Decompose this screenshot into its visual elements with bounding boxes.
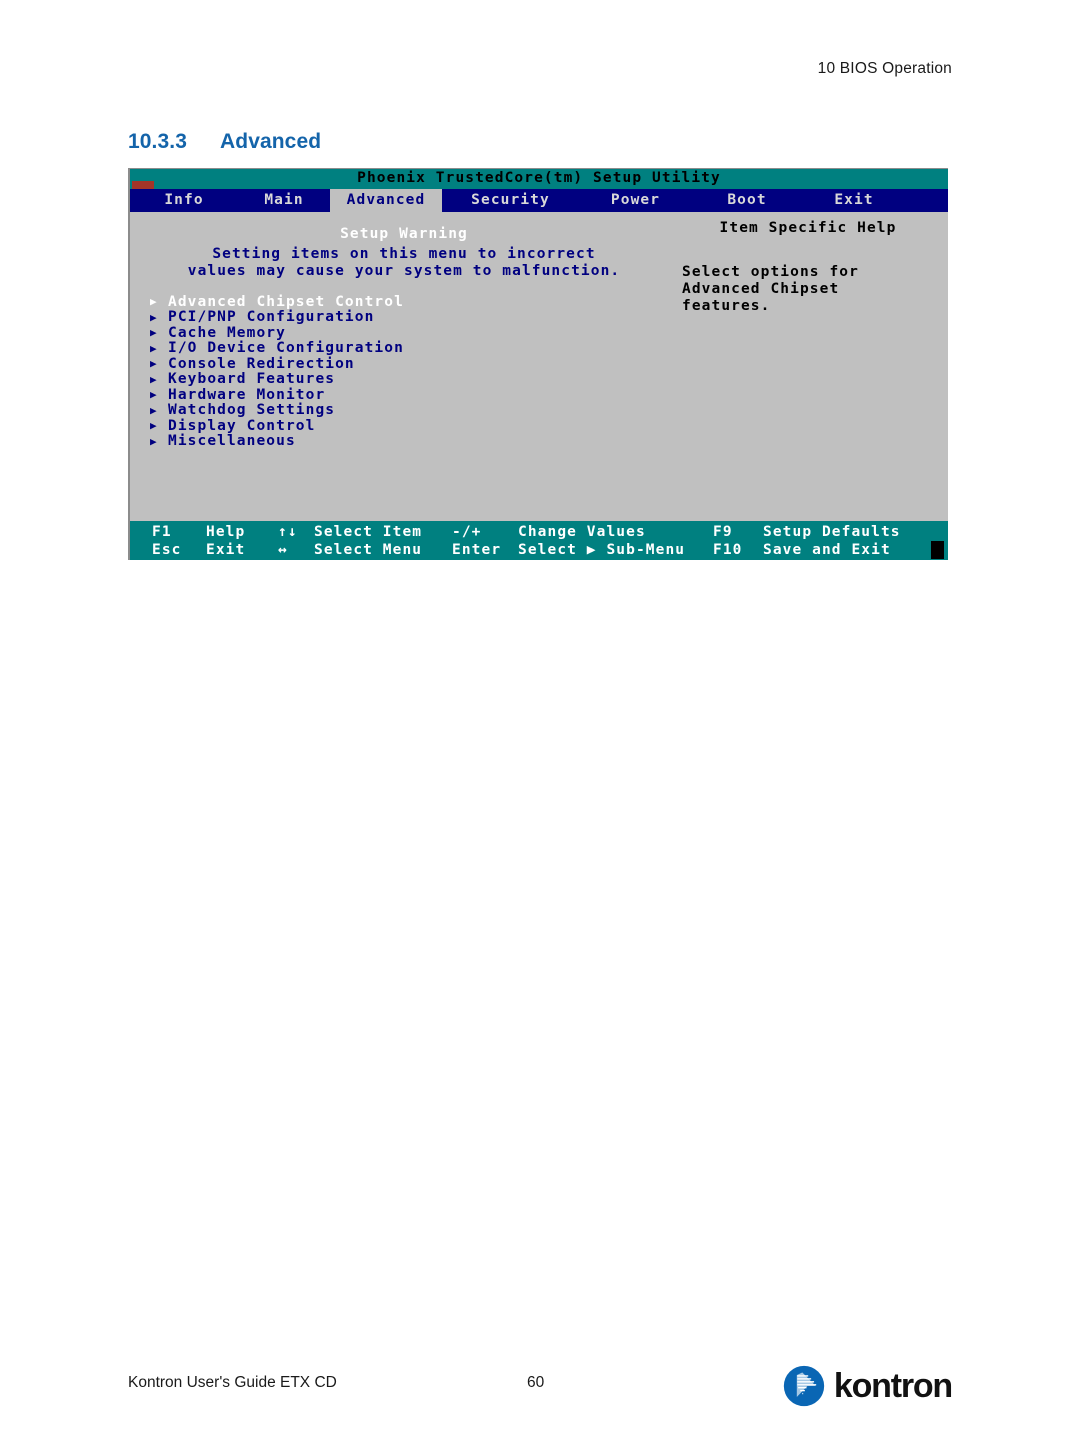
status-key-enter: Enter [452, 542, 502, 558]
tab-boot[interactable]: Boot [692, 189, 802, 212]
tab-main[interactable]: Main [238, 189, 330, 212]
status-action-select-submenu: Select ▶ Sub-Menu [518, 542, 686, 558]
menu-item-keyboard-features[interactable]: ▶ Keyboard Features [150, 371, 650, 388]
menu-item-label: Display Control [168, 417, 316, 434]
status-key-esc: Esc [152, 542, 182, 558]
text-cursor-block [931, 541, 944, 559]
menu-item-label: Advanced Chipset Control [168, 293, 404, 310]
tab-boot-label: Boot [727, 192, 767, 208]
section-title: Advanced [220, 130, 322, 153]
menu-item-hardware-monitor[interactable]: ▶ Hardware Monitor [150, 387, 650, 403]
tab-info[interactable]: Info [130, 189, 238, 212]
bios-setup-screen: Phoenix TrustedCore(tm) Setup Utility In… [128, 168, 948, 560]
setup-warning-line-1: Setting items on this menu to incorrect [212, 246, 596, 262]
menu-item-label: PCI/PNP Configuration [168, 309, 375, 326]
bios-body: Setup Warning Setting items on this menu… [130, 212, 948, 521]
status-key-f10: F10 [713, 542, 743, 558]
kontron-logo-wordmark: kontron [833, 1367, 953, 1405]
tab-main-label: Main [264, 192, 304, 208]
tab-security-label: Security [471, 192, 550, 208]
submenu-arrow-icon: ▶ [150, 295, 157, 308]
bios-menu-bar[interactable]: Info Main Advanced Security Power Boot E… [130, 189, 948, 212]
footer-document-title: Kontron User's Guide ETX CD [128, 1374, 337, 1391]
menu-item-miscellaneous[interactable]: ▶ Miscellaneous [150, 433, 650, 450]
item-specific-help-panel: Item Specific Help Select options for Ad… [682, 220, 934, 315]
status-bar-row-1: F1 Help ↑↓ Select Item -/+ Change Values… [130, 523, 948, 541]
footer-page-number: 60 [527, 1374, 545, 1391]
bios-status-bar: F1 Help ↑↓ Select Item -/+ Change Values… [130, 521, 948, 560]
menu-item-label: Console Redirection [168, 355, 355, 372]
submenu-arrow-icon: ▶ [150, 341, 157, 355]
menu-item-console-redirection[interactable]: ▶ Console Redirection [150, 356, 650, 372]
status-action-save-and-exit: Save and Exit [763, 542, 891, 558]
tab-exit[interactable]: Exit [802, 189, 906, 212]
bios-title-text: Phoenix TrustedCore(tm) Setup Utility [357, 170, 721, 186]
status-key-minus-plus: -/+ [452, 524, 482, 540]
menu-item-label: Watchdog Settings [168, 402, 336, 419]
tab-exit-label: Exit [834, 192, 874, 208]
tab-advanced[interactable]: Advanced [330, 189, 442, 212]
menu-item-label: Miscellaneous [168, 433, 296, 450]
menu-item-io-device-configuration[interactable]: ▶ I/O Device Configuration [150, 340, 650, 357]
submenu-arrow-icon: ▶ [150, 372, 157, 386]
setup-warning-block: Setup Warning Setting items on this menu… [144, 226, 664, 280]
status-action-exit: Exit [206, 542, 246, 558]
status-action-setup-defaults: Setup Defaults [763, 524, 901, 540]
tab-security[interactable]: Security [442, 189, 579, 212]
menu-item-advanced-chipset-control[interactable]: ▶ Advanced Chipset Control [150, 294, 650, 310]
submenu-arrow-icon: ▶ [150, 357, 157, 370]
menu-item-watchdog-settings[interactable]: ▶ Watchdog Settings [150, 402, 650, 419]
help-text-line-1: Select options for [682, 264, 859, 280]
help-text-line-3: features. [682, 298, 771, 314]
tab-power[interactable]: Power [579, 189, 692, 212]
advanced-menu-list: ▶ Advanced Chipset Control ▶ PCI/PNP Con… [150, 294, 650, 450]
tab-advanced-label: Advanced [346, 192, 426, 208]
status-action-change-values: Change Values [518, 524, 646, 540]
submenu-arrow-icon: ▶ [150, 310, 157, 324]
kontron-logo-mark-icon [783, 1365, 825, 1407]
status-action-help: Help [206, 524, 246, 540]
submenu-arrow-icon: ▶ [150, 403, 157, 417]
status-action-select-menu: Select Menu [314, 542, 423, 558]
kontron-logo: kontron [783, 1365, 953, 1407]
submenu-arrow-icon: ▶ [150, 326, 157, 339]
status-key-f1: F1 [152, 524, 172, 540]
submenu-arrow-icon: ▶ [150, 434, 157, 448]
tab-power-label: Power [610, 192, 661, 208]
status-key-updown-icon: ↑↓ [278, 524, 298, 540]
setup-warning-title: Setup Warning [340, 226, 468, 242]
status-key-f9: F9 [713, 524, 733, 540]
submenu-arrow-icon: ▶ [150, 388, 157, 401]
menu-item-label: Hardware Monitor [168, 386, 326, 403]
menu-item-label: Keyboard Features [168, 371, 336, 388]
menu-item-pci-pnp-configuration[interactable]: ▶ PCI/PNP Configuration [150, 309, 650, 326]
page-title: 10.3.3 Advanced [128, 130, 321, 154]
page-header: 10 BIOS Operation [817, 60, 952, 77]
submenu-arrow-icon: ▶ [150, 419, 157, 432]
help-text-line-2: Advanced Chipset [682, 281, 840, 297]
menu-item-label: I/O Device Configuration [168, 340, 404, 357]
section-number: 10.3.3 [128, 130, 187, 153]
menu-item-cache-memory[interactable]: ▶ Cache Memory [150, 325, 650, 341]
title-red-marker [132, 181, 154, 189]
menu-item-label: Cache Memory [168, 324, 286, 341]
help-panel-title: Item Specific Help [719, 220, 897, 236]
menu-item-display-control[interactable]: ▶ Display Control [150, 418, 650, 434]
tab-info-label: Info [164, 192, 204, 208]
bios-title-bar: Phoenix TrustedCore(tm) Setup Utility [130, 169, 948, 189]
setup-warning-line-2: values may cause your system to malfunct… [187, 263, 621, 279]
status-action-select-item: Select Item [314, 524, 423, 540]
status-key-leftright-icon: ↔ [278, 542, 288, 558]
status-bar-row-2: Esc Exit ↔ Select Menu Enter Select ▶ Su… [130, 541, 948, 559]
